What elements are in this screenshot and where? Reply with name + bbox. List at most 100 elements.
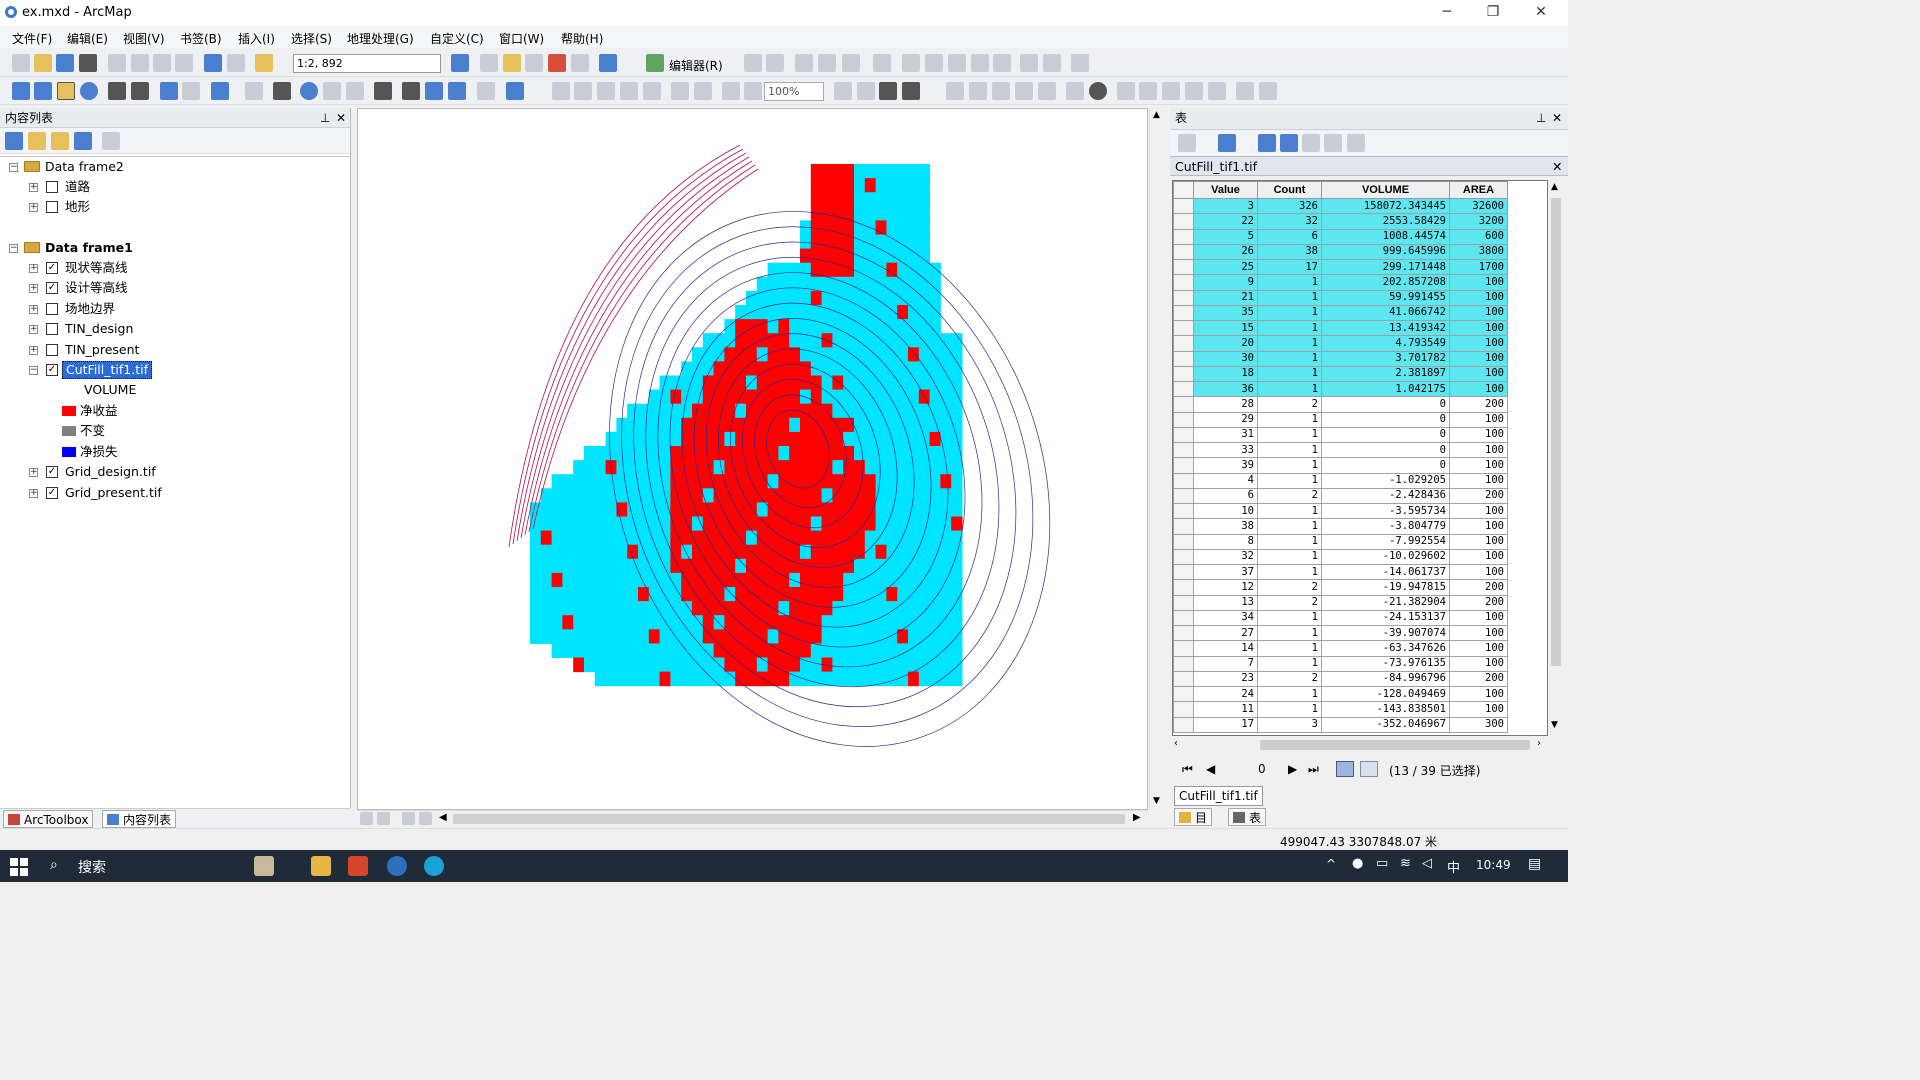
select-elements-icon[interactable] xyxy=(273,82,291,100)
table-cell[interactable]: 3200 xyxy=(1449,213,1508,230)
table-row[interactable]: 13 2 -21.382904 200 xyxy=(1173,594,1508,611)
table-cell[interactable]: 1 xyxy=(1257,335,1322,352)
scroll-thumb[interactable] xyxy=(1551,198,1561,666)
table-row[interactable]: 6 2 -2.428436 200 xyxy=(1173,487,1508,505)
table-cell[interactable]: 36 xyxy=(1193,380,1258,398)
layer-checkbox[interactable] xyxy=(46,303,58,315)
search-icon[interactable]: ⌕ xyxy=(50,857,58,873)
layer-checkbox[interactable]: ✓ xyxy=(46,282,58,294)
add-data-icon[interactable] xyxy=(255,54,273,72)
change-layout-icon[interactable] xyxy=(879,82,897,100)
row-selector[interactable] xyxy=(1173,319,1194,337)
pin-icon[interactable]: ⊥ xyxy=(320,108,330,128)
georef-rotate-icon[interactable] xyxy=(1015,82,1033,100)
table-cell[interactable]: 158072.343445 xyxy=(1321,197,1450,215)
table-cell[interactable]: -143.838501 xyxy=(1321,701,1450,718)
first-record-icon[interactable]: ⏮ xyxy=(1182,762,1193,777)
go-back-icon[interactable] xyxy=(160,82,178,100)
table-cell[interactable]: 0 xyxy=(1321,396,1450,413)
table-cell[interactable]: 22 xyxy=(1193,213,1258,230)
row-selector[interactable] xyxy=(1173,380,1194,398)
layout-fixed-zoom-out-icon[interactable] xyxy=(694,82,712,100)
table-cell[interactable]: 1 xyxy=(1257,624,1322,642)
table-cell[interactable]: 1 xyxy=(1257,350,1322,367)
table-cell[interactable]: 200 xyxy=(1449,579,1508,596)
table-cell[interactable]: 29 xyxy=(1193,411,1258,428)
network-edit-icon[interactable] xyxy=(1162,82,1180,100)
copy-icon[interactable] xyxy=(131,54,149,72)
layout-pan-icon[interactable] xyxy=(597,82,615,100)
row-selector[interactable] xyxy=(1173,548,1194,566)
table-cell[interactable]: 1 xyxy=(1257,365,1322,383)
table-cell[interactable]: 100 xyxy=(1449,472,1508,489)
tab-close-icon[interactable]: ✕ xyxy=(1552,157,1562,176)
undo-icon[interactable] xyxy=(204,54,222,72)
edge-icon[interactable] xyxy=(424,856,444,876)
table-options-icon[interactable] xyxy=(1178,134,1196,152)
table-row[interactable]: 3 326 158072.343445 32600 xyxy=(1173,197,1508,215)
go-forward-icon[interactable] xyxy=(182,82,200,100)
table-cell[interactable]: 32 xyxy=(1193,548,1258,566)
list-by-selection-icon[interactable] xyxy=(74,132,92,150)
scroll-left-icon[interactable]: ◀ xyxy=(439,812,447,823)
table-cell[interactable]: 26 xyxy=(1193,243,1258,261)
row-selector[interactable] xyxy=(1173,655,1194,672)
data-frame-2[interactable]: − Data frame2 xyxy=(0,157,340,177)
full-extent-icon[interactable] xyxy=(80,82,98,100)
python-window-icon[interactable] xyxy=(571,54,589,72)
cogo-icon[interactable] xyxy=(1139,82,1157,100)
map-horizontal-scrollbar[interactable] xyxy=(453,814,1125,824)
table-cell[interactable]: 34 xyxy=(1193,609,1258,627)
table-cell[interactable]: 1 xyxy=(1257,609,1322,627)
edit-annotation-icon[interactable] xyxy=(766,54,784,72)
table-cell[interactable]: 30 xyxy=(1193,350,1258,367)
table-cell[interactable]: 100 xyxy=(1449,380,1508,398)
layer-row[interactable]: + ✓ 现状等高线 xyxy=(0,258,340,278)
table-cell[interactable]: 5 xyxy=(1193,228,1258,245)
list-by-drawing-order-icon[interactable] xyxy=(5,132,23,150)
table-cell[interactable]: 2 xyxy=(1257,396,1322,413)
related-tables-icon[interactable] xyxy=(1218,134,1236,152)
table-row[interactable]: 35 1 41.066742 100 xyxy=(1173,304,1508,322)
table-cell[interactable]: -24.153137 xyxy=(1321,609,1450,627)
table-cell[interactable]: 28 xyxy=(1193,396,1258,413)
table-cell[interactable]: 600 xyxy=(1449,228,1508,245)
select-by-attributes-icon[interactable] xyxy=(1258,134,1276,152)
table-row[interactable]: 24 1 -128.049469 100 xyxy=(1173,685,1508,703)
layer-row[interactable]: + 地形 xyxy=(0,197,340,217)
table-cell[interactable]: 100 xyxy=(1449,518,1508,535)
table-cell[interactable]: 299.171448 xyxy=(1321,258,1450,276)
arctoolbox-icon[interactable] xyxy=(548,54,566,72)
table-cell[interactable]: 202.857208 xyxy=(1321,274,1450,291)
table-cell[interactable]: 300 xyxy=(1449,716,1508,733)
table-row[interactable]: 34 1 -24.153137 100 xyxy=(1173,609,1508,627)
table-row[interactable]: 31 1 0 100 xyxy=(1173,426,1508,444)
clock[interactable]: 10:49 xyxy=(1476,858,1511,872)
table-cell[interactable]: 24 xyxy=(1193,685,1258,703)
georef-move-icon[interactable] xyxy=(992,82,1010,100)
clear-rotation-icon[interactable] xyxy=(1259,82,1277,100)
map-vertical-scrollbar[interactable]: ▲ ▼ xyxy=(1149,108,1164,810)
row-selector[interactable] xyxy=(1173,487,1194,505)
table-cell[interactable]: 37 xyxy=(1193,563,1258,581)
table-cell[interactable]: 100 xyxy=(1449,640,1508,657)
table-cell[interactable]: 1 xyxy=(1257,518,1322,535)
attribute-table[interactable]: Value Count VOLUME AREA 3 326 158072.34344… xyxy=(1172,180,1548,736)
row-selector[interactable] xyxy=(1173,441,1194,459)
clear-selection-table-icon[interactable] xyxy=(1302,134,1320,152)
table-cell[interactable]: 100 xyxy=(1449,426,1508,444)
table-cell[interactable]: -3.595734 xyxy=(1321,502,1450,520)
paste-icon[interactable] xyxy=(153,54,171,72)
toc-close-icon[interactable]: ✕ xyxy=(336,108,346,128)
catalog-icon[interactable] xyxy=(503,54,521,72)
last-record-icon[interactable]: ⏭ xyxy=(1308,762,1319,777)
table-row[interactable]: 38 1 -3.804779 100 xyxy=(1173,518,1508,535)
toggle-draft-mode-icon[interactable] xyxy=(834,82,852,100)
table-cell[interactable]: 23 xyxy=(1193,670,1258,688)
data-frame-1[interactable]: − Data frame1 xyxy=(0,238,340,258)
layer-row[interactable]: + ✓ Grid_design.tif xyxy=(0,462,340,482)
table-cell[interactable]: 13 xyxy=(1193,594,1258,611)
table-cell[interactable]: 32600 xyxy=(1449,197,1508,215)
row-selector[interactable] xyxy=(1173,411,1194,428)
table-cell[interactable]: 1 xyxy=(1257,502,1322,520)
